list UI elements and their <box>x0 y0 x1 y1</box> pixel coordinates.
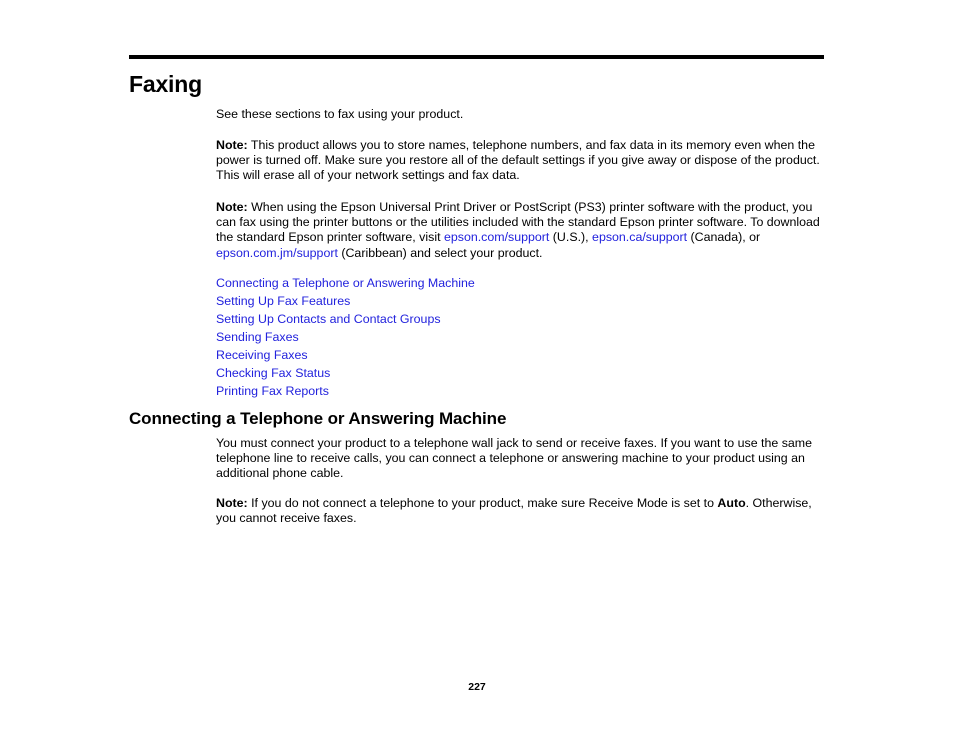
link-setting-up-fax-features[interactable]: Setting Up Fax Features <box>216 294 350 308</box>
note-label: Note: <box>216 496 248 510</box>
list-item: Checking Fax Status <box>216 364 475 382</box>
note-receive-mode-bold-auto: Auto <box>717 496 746 510</box>
note-software-text-4: (Caribbean) and select your product. <box>337 245 543 260</box>
list-item: Connecting a Telephone or Answering Mach… <box>216 274 475 292</box>
note-receive-mode-text-1: If you do not connect a telephone to you… <box>247 496 718 510</box>
link-connecting-a-telephone-or-answering-machine[interactable]: Connecting a Telephone or Answering Mach… <box>216 276 475 290</box>
page-title: Faxing <box>129 71 202 97</box>
note-memory: Note: This product allows you to store n… <box>216 138 824 184</box>
note-memory-container: Note: This product allows you to store n… <box>216 138 824 184</box>
link-epson-ca-support[interactable]: epson.ca/support <box>592 230 687 244</box>
heading-rule <box>129 55 824 59</box>
note-receive-mode: Note: If you do not connect a telephone … <box>216 496 824 526</box>
list-item: Setting Up Contacts and Contact Groups <box>216 310 475 328</box>
list-item: Printing Fax Reports <box>216 382 475 400</box>
section-body: You must connect your product to a telep… <box>216 436 813 481</box>
link-epson-com-jm-support[interactable]: epson.com.jm/support <box>216 246 338 260</box>
note-software-text-2: (U.S.), <box>549 230 593 245</box>
intro-paragraph: See these sections to fax using your pro… <box>216 107 464 121</box>
intro-paragraph-container: See these sections to fax using your pro… <box>216 107 824 122</box>
link-setting-up-contacts-and-contact-groups[interactable]: Setting Up Contacts and Contact Groups <box>216 312 441 326</box>
note-receive-mode-container: Note: If you do not connect a telephone … <box>216 496 824 526</box>
page-number: 227 <box>468 681 486 693</box>
note-software: Note: When using the Epson Universal Pri… <box>216 200 824 261</box>
list-item: Sending Faxes <box>216 328 475 346</box>
note-software-container: Note: When using the Epson Universal Pri… <box>216 200 824 261</box>
link-receiving-faxes[interactable]: Receiving Faxes <box>216 348 308 362</box>
note-memory-text: This product allows you to store names, … <box>216 138 820 183</box>
note-label: Note: <box>216 200 248 214</box>
list-item: Setting Up Fax Features <box>216 292 475 310</box>
link-epson-com-support[interactable]: epson.com/support <box>444 230 549 244</box>
link-checking-fax-status[interactable]: Checking Fax Status <box>216 366 330 380</box>
link-sending-faxes[interactable]: Sending Faxes <box>216 330 299 344</box>
document-page: Faxing See these sections to fax using y… <box>0 0 954 738</box>
note-software-text-3: (Canada), or <box>687 230 761 245</box>
link-printing-fax-reports[interactable]: Printing Fax Reports <box>216 384 329 398</box>
section-heading: Connecting a Telephone or Answering Mach… <box>129 409 507 428</box>
section-links-list: Connecting a Telephone or Answering Mach… <box>216 274 475 400</box>
note-label: Note: <box>216 138 248 152</box>
list-item: Receiving Faxes <box>216 346 475 364</box>
section-body-container: You must connect your product to a telep… <box>216 436 824 482</box>
